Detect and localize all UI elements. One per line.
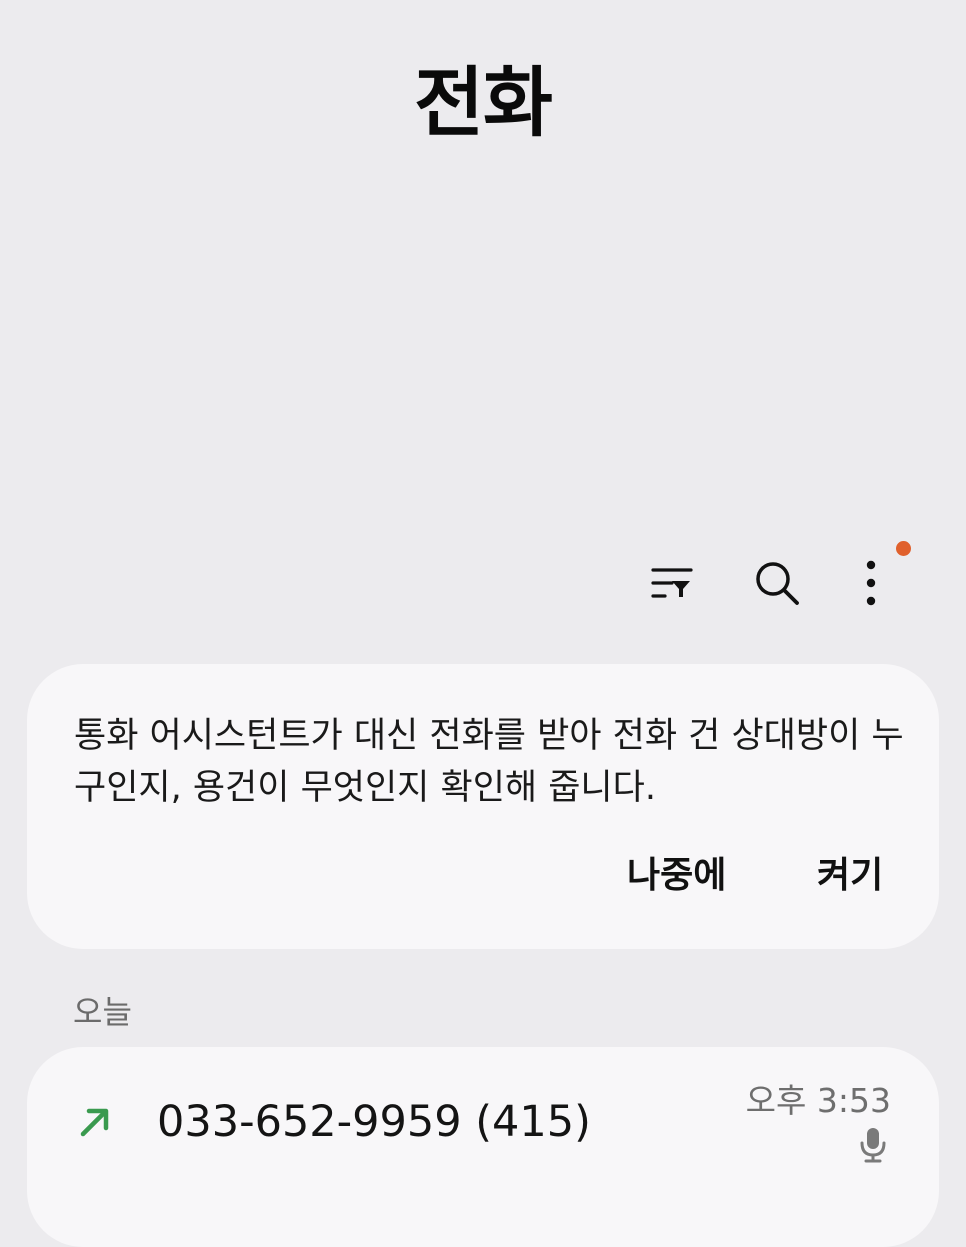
- call-time: 오후 3:53: [745, 1081, 891, 1120]
- enable-button[interactable]: 켜기: [817, 852, 883, 900]
- call-assistant-message: 통화 어시스턴트가 대신 전화를 받아 전화 건 상대방이 누구인지, 용건이 …: [74, 716, 904, 808]
- call-assistant-card: 통화 어시스턴트가 대신 전화를 받아 전화 건 상대방이 누구인지, 용건이 …: [27, 664, 939, 949]
- page-title: 전화: [414, 58, 553, 147]
- filter-list-icon: [650, 563, 694, 603]
- section-header-today: 오늘: [73, 993, 132, 1031]
- later-button[interactable]: 나중에: [627, 852, 726, 900]
- outgoing-call-arrow-icon: [77, 1104, 113, 1144]
- call-number: 033-652-9959 (415): [157, 1097, 591, 1147]
- call-log-item[interactable]: 033-652-9959 (415) 오후 3:53: [27, 1047, 939, 1247]
- notification-dot: [896, 541, 911, 556]
- filter-button[interactable]: [640, 548, 704, 618]
- search-icon: [752, 558, 802, 608]
- microphone-icon: [859, 1127, 887, 1167]
- search-button[interactable]: [745, 548, 809, 618]
- more-vertical-icon: [864, 559, 878, 607]
- more-options-button[interactable]: [839, 548, 903, 618]
- toolbar: [0, 548, 966, 618]
